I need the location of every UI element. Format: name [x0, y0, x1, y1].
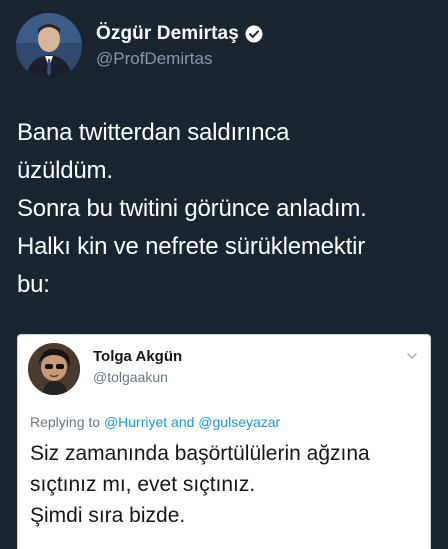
- quoted-text-line: sıçtınız mı, evet sıçtınız.: [30, 473, 256, 496]
- tweet-text-line: Halkı kin ve nefrete sürüklemektir: [17, 233, 365, 260]
- tweet-header: Özgür Demirtaş @ProfDemirtas: [16, 13, 263, 79]
- author-name[interactable]: Özgür Demirtaş: [96, 23, 239, 45]
- tweet-text-line: Bana twitterdan saldırınca: [17, 119, 290, 146]
- mention-link[interactable]: @gulseyazar: [198, 414, 280, 430]
- chevron-down-icon[interactable]: [406, 349, 418, 361]
- mention-link[interactable]: @Hurriyet: [104, 414, 167, 430]
- author-avatar[interactable]: [16, 13, 82, 79]
- tweet-text-line: Sonra bu twitini görünce anladım.: [17, 195, 367, 222]
- author-info: Özgür Demirtaş @ProfDemirtas: [96, 23, 263, 69]
- quoted-text-line: Şimdi sıra bizde.: [30, 504, 186, 527]
- quoted-tweet-card[interactable]: Tolga Akgün @tolgaakun Replying to @Hurr…: [17, 334, 431, 549]
- replying-to-line: Replying to @Hurriyet and @gulseyazar: [30, 414, 280, 430]
- quoted-author-name[interactable]: Tolga Akgün: [93, 348, 182, 365]
- quoted-text-line: Siz zamanında başörtülülerin ağzına: [30, 442, 370, 465]
- quoted-tweet-text: Siz zamanında başörtülülerin ağzına sıçt…: [30, 438, 425, 531]
- quoted-author-avatar[interactable]: [28, 343, 80, 395]
- author-name-row: Özgür Demirtaş: [96, 23, 263, 45]
- verified-badge-icon: [245, 25, 263, 43]
- tweet-text-line: üzüldüm.: [17, 157, 113, 184]
- tweet-text-line: bu:: [17, 271, 50, 298]
- quoted-author-handle[interactable]: @tolgaakun: [93, 369, 182, 385]
- tweet-text: Bana twitterdan saldırınca üzüldüm. Sonr…: [17, 114, 442, 304]
- replying-to-label: Replying to: [30, 414, 101, 430]
- mention-connector: and: [171, 414, 195, 430]
- quoted-tweet-header: Tolga Akgün @tolgaakun: [28, 343, 182, 395]
- quoted-author-info: Tolga Akgün @tolgaakun: [93, 348, 182, 385]
- author-handle[interactable]: @ProfDemirtas: [96, 49, 263, 69]
